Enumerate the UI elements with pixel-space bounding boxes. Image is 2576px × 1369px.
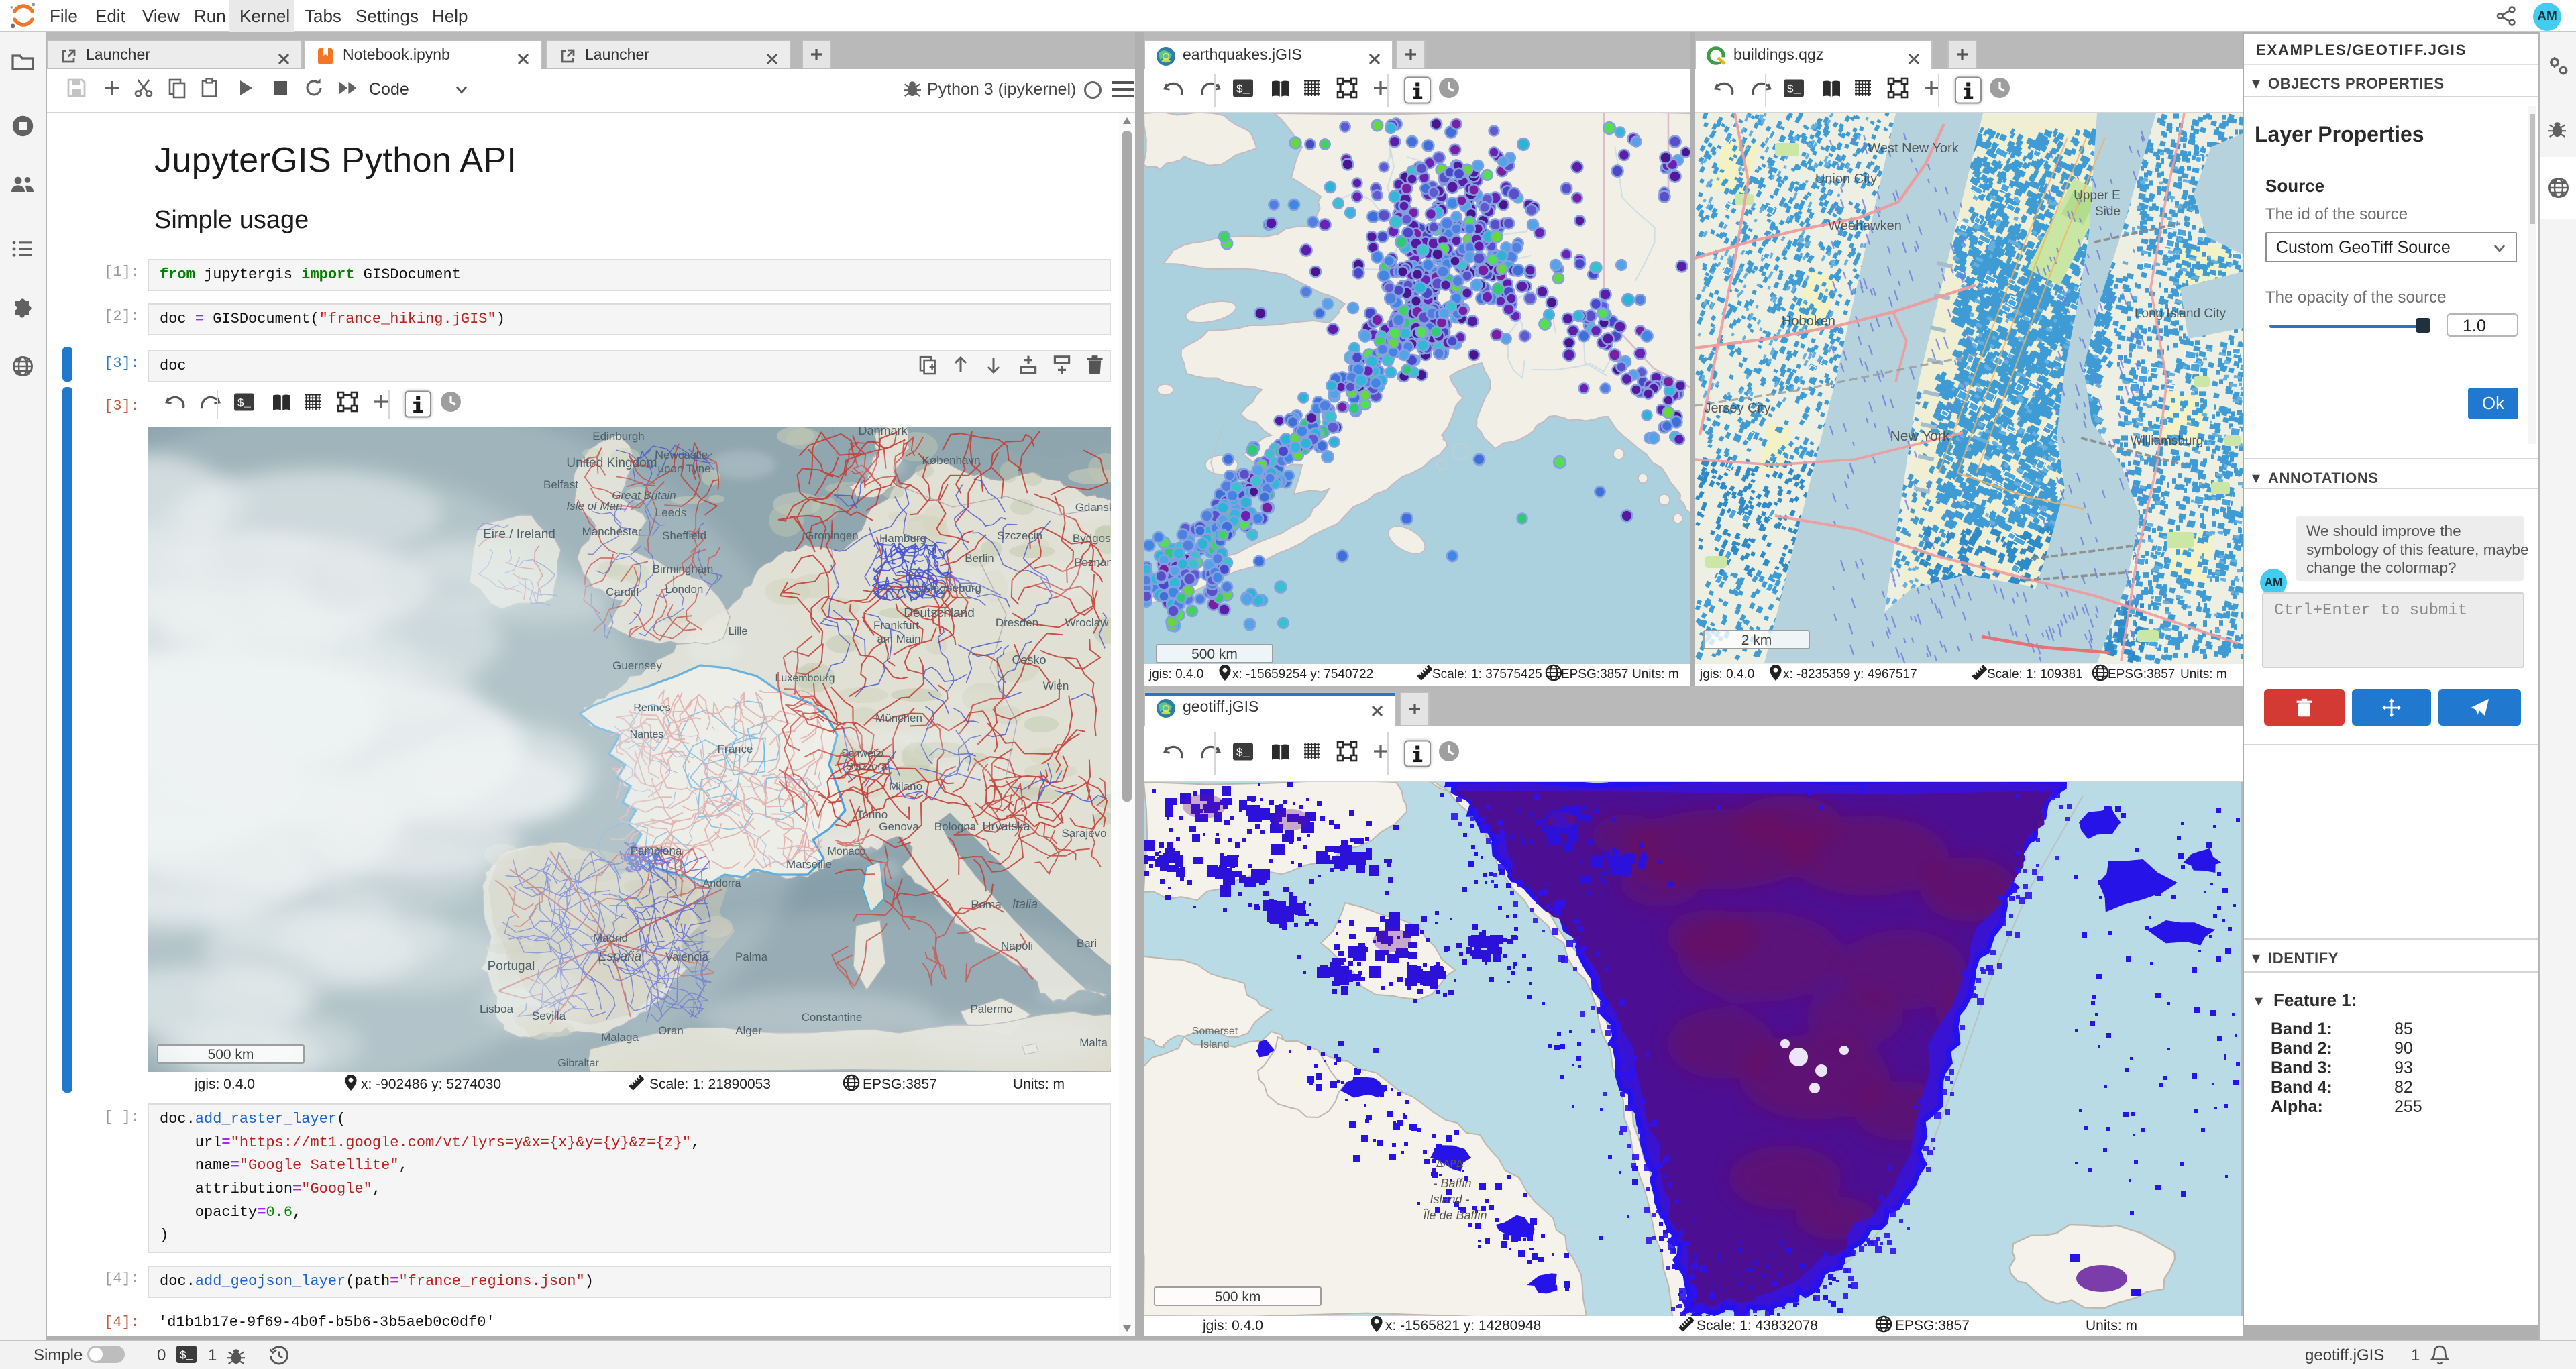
svg-text:$_: $_ bbox=[180, 1350, 194, 1362]
svg-text:Berlin: Berlin bbox=[965, 552, 994, 565]
svg-text:Newcastle: Newcastle bbox=[655, 449, 708, 461]
svg-text:Pamplona: Pamplona bbox=[631, 844, 682, 857]
svg-text:Napoli: Napoli bbox=[1001, 940, 1033, 952]
svg-text:Rennes: Rennes bbox=[633, 702, 670, 714]
svg-text:München: München bbox=[875, 712, 922, 724]
svg-text:Cardiff: Cardiff bbox=[606, 586, 639, 598]
svg-text:Island -: Island - bbox=[1430, 1193, 1469, 1206]
svg-text:ᐃᐱᑭᐃ: ᐃᐱᑭᐃ bbox=[1436, 1158, 1464, 1170]
svg-text:Svizzera: Svizzera bbox=[846, 761, 887, 773]
svg-text:Torino: Torino bbox=[857, 808, 888, 821]
svg-text:København: København bbox=[922, 454, 981, 467]
svg-text:Madrid: Madrid bbox=[593, 932, 628, 944]
svg-text:Monaco: Monaco bbox=[828, 846, 866, 857]
svg-text:Groningen: Groningen bbox=[805, 529, 858, 542]
svg-text:Malaga: Malaga bbox=[601, 1031, 639, 1044]
svg-text:Edinburgh: Edinburgh bbox=[592, 430, 645, 443]
svg-text:Oran: Oran bbox=[658, 1024, 684, 1037]
svg-text:Long Island City: Long Island City bbox=[2135, 307, 2226, 321]
svg-text:Wien: Wien bbox=[1043, 679, 1069, 692]
svg-text:Andorra: Andorra bbox=[703, 878, 741, 889]
svg-text:Île de Baffin: Île de Baffin bbox=[1423, 1209, 1487, 1222]
svg-text:Isle of Man: Isle of Man bbox=[566, 500, 622, 512]
svg-text:Palermo: Palermo bbox=[970, 1003, 1012, 1016]
svg-text:Williamsburg: Williamsburg bbox=[2131, 434, 2204, 448]
svg-text:Genova: Genova bbox=[879, 820, 919, 833]
svg-text:Palma: Palma bbox=[735, 950, 768, 963]
svg-text:Deutschland: Deutschland bbox=[904, 606, 975, 620]
svg-text:Hamburg: Hamburg bbox=[879, 532, 926, 545]
svg-text:Side: Side bbox=[2095, 205, 2121, 219]
svg-text:Wroclaw: Wroclaw bbox=[1065, 616, 1110, 629]
svg-text:Bologna: Bologna bbox=[934, 820, 977, 833]
svg-text:Poznan: Poznan bbox=[1074, 556, 1111, 569]
svg-text:Guernsey: Guernsey bbox=[612, 659, 662, 672]
svg-text:Belfast: Belfast bbox=[543, 478, 578, 491]
svg-text:Birmingham: Birmingham bbox=[653, 563, 714, 576]
svg-text:Sarajevo: Sarajevo bbox=[1061, 827, 1106, 840]
svg-text:$_: $_ bbox=[1236, 84, 1250, 97]
svg-text:Weehawken: Weehawken bbox=[1828, 219, 1902, 233]
svg-text:$_: $_ bbox=[1787, 84, 1801, 97]
svg-text:Sevilla: Sevilla bbox=[532, 1009, 566, 1022]
svg-text:Somerset: Somerset bbox=[1192, 1026, 1238, 1037]
svg-text:Hoboken: Hoboken bbox=[1782, 314, 1835, 329]
svg-text:Gdansk: Gdansk bbox=[1075, 501, 1111, 514]
svg-text:Luxembourg: Luxembourg bbox=[775, 673, 835, 684]
svg-text:2 km: 2 km bbox=[1741, 633, 1772, 648]
svg-text:España: España bbox=[598, 950, 641, 964]
svg-text:500 km: 500 km bbox=[1191, 647, 1238, 662]
svg-text:Jersey City: Jersey City bbox=[1705, 401, 1771, 416]
svg-text:France: France bbox=[718, 743, 753, 755]
svg-text:Malta: Malta bbox=[1079, 1036, 1108, 1049]
svg-text:am Main: am Main bbox=[877, 633, 920, 645]
svg-text:Alger: Alger bbox=[735, 1024, 762, 1037]
svg-text:Upper E: Upper E bbox=[2074, 188, 2121, 203]
svg-text:New York: New York bbox=[1890, 429, 1950, 444]
svg-text:Nantes: Nantes bbox=[630, 729, 664, 741]
svg-text:Sheffield: Sheffield bbox=[662, 529, 706, 542]
svg-text:United Kingdom: United Kingdom bbox=[566, 456, 657, 470]
svg-text:Frankfurt: Frankfurt bbox=[873, 619, 919, 632]
svg-text:Union City: Union City bbox=[1815, 172, 1877, 186]
svg-text:Szczecin: Szczecin bbox=[997, 529, 1042, 542]
svg-text:Milano: Milano bbox=[889, 780, 922, 793]
svg-text:Eire / Ireland: Eire / Ireland bbox=[483, 527, 555, 541]
svg-text:- Baffin: - Baffin bbox=[1433, 1176, 1471, 1190]
svg-text:Manchester: Manchester bbox=[582, 525, 642, 538]
svg-text:$_: $_ bbox=[237, 398, 252, 410]
svg-text:Magdeburg: Magdeburg bbox=[924, 582, 981, 594]
svg-text:Bydgoszcz: Bydgoszcz bbox=[1073, 532, 1111, 545]
svg-text:Lisboa: Lisboa bbox=[480, 1003, 514, 1016]
svg-text:$_: $_ bbox=[1236, 747, 1250, 759]
svg-text:Island: Island bbox=[1201, 1039, 1230, 1050]
svg-text:Portugal: Portugal bbox=[488, 959, 535, 973]
svg-text:Gibraltar: Gibraltar bbox=[557, 1058, 599, 1069]
svg-text:Valencia: Valencia bbox=[665, 950, 708, 963]
svg-text:500 km: 500 km bbox=[208, 1047, 254, 1062]
svg-text:Dresden: Dresden bbox=[996, 616, 1038, 629]
svg-text:Cesko: Cesko bbox=[1012, 653, 1046, 667]
svg-text:500 km: 500 km bbox=[1215, 1289, 1261, 1305]
svg-text:West New York: West New York bbox=[1868, 141, 1959, 156]
svg-text:Hrvatska: Hrvatska bbox=[982, 820, 1030, 833]
svg-text:upon Tyne: upon Tyne bbox=[657, 462, 710, 475]
svg-text:Danmark: Danmark bbox=[858, 427, 908, 437]
svg-text:Italia: Italia bbox=[1012, 897, 1038, 911]
svg-text:Lille: Lille bbox=[729, 626, 748, 637]
svg-text:London: London bbox=[665, 583, 704, 596]
svg-text:Schweiz/: Schweiz/ bbox=[841, 748, 885, 759]
svg-text:Bari: Bari bbox=[1077, 937, 1097, 950]
svg-text:Roma: Roma bbox=[971, 898, 1002, 911]
svg-text:Leeds: Leeds bbox=[655, 506, 686, 519]
svg-text:Constantine: Constantine bbox=[802, 1011, 863, 1024]
svg-text:Marseille: Marseille bbox=[786, 858, 832, 871]
